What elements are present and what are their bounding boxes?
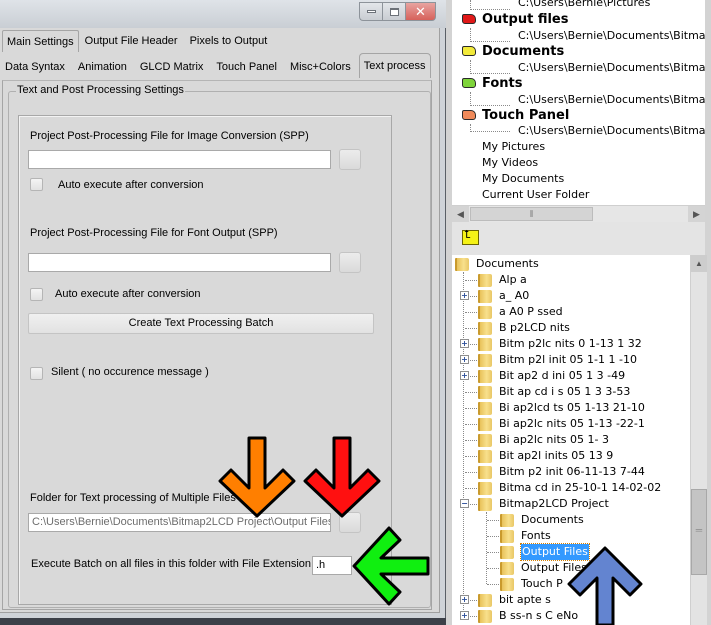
red-down-arrow	[303, 436, 381, 518]
orange-down-arrow	[218, 436, 296, 518]
green-left-arrow	[352, 526, 430, 606]
annotation-arrows	[218, 436, 643, 625]
blue-up-arrow	[567, 546, 643, 625]
